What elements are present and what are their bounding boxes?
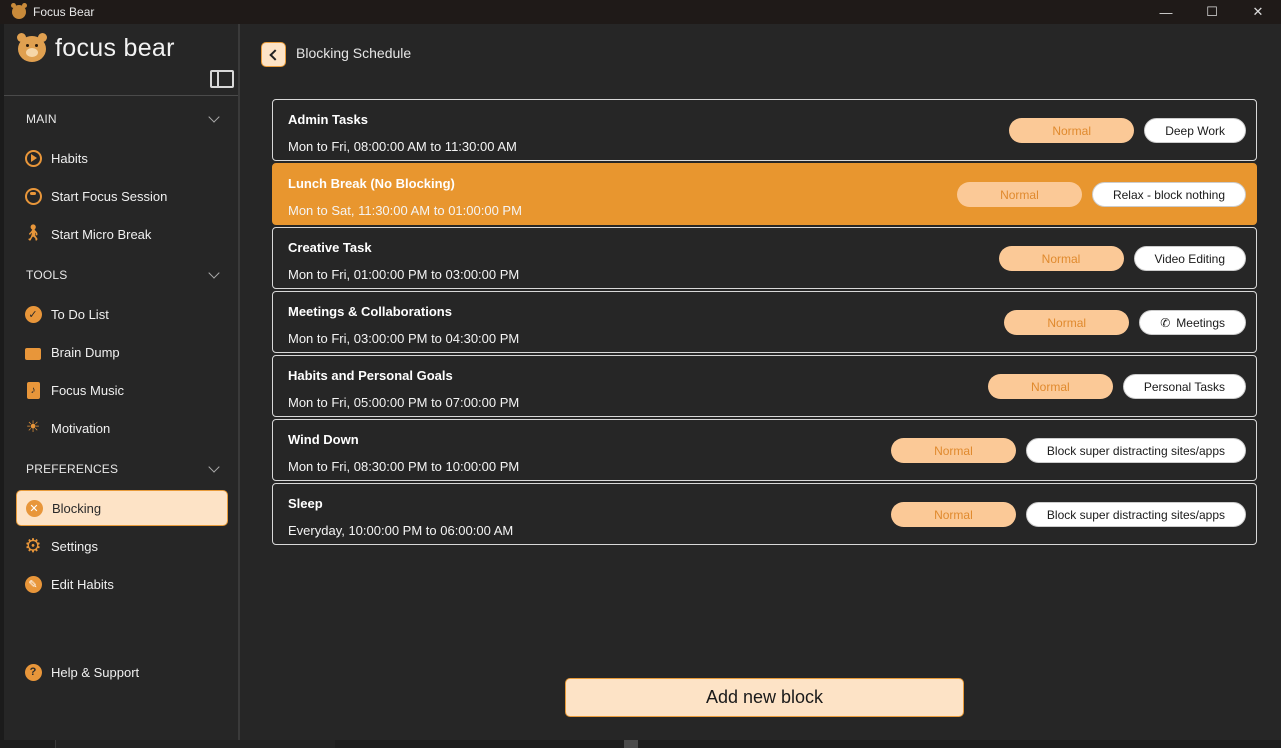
schedule-block[interactable]: Wind Down Mon to Fri, 08:30:00 PM to 10:… <box>272 419 1257 481</box>
maximize-icon[interactable]: ☐ <box>1189 0 1235 24</box>
walking-person-icon: 🚶︎ <box>22 225 44 242</box>
page-title: Blocking Schedule <box>296 45 412 61</box>
sidebar-item-blocking[interactable]: ✕ Blocking <box>16 490 228 526</box>
bear-face-icon <box>17 32 47 62</box>
sidebar-item-settings[interactable]: ⚙ Settings <box>16 528 228 564</box>
music-note-icon: ♪ <box>26 381 40 399</box>
section-main[interactable]: MAIN <box>26 111 222 126</box>
sidebar-item-help-support[interactable]: ? Help & Support <box>16 654 228 690</box>
schedule-block[interactable]: Sleep Everyday, 10:00:00 PM to 06:00:00 … <box>272 483 1257 545</box>
schedule-block[interactable]: Habits and Personal Goals Mon to Fri, 05… <box>272 355 1257 417</box>
close-icon[interactable]: ✕ <box>1235 0 1281 24</box>
block-time: Everyday, 10:00:00 PM to 06:00:00 AM <box>288 523 514 538</box>
app-window: focus bear MAIN Habits Start Focus Sessi… <box>4 24 1281 740</box>
pencil-icon: ✎ <box>24 575 42 593</box>
block-level-badge[interactable]: Normal <box>1009 118 1135 143</box>
block-level-badge[interactable]: Normal <box>890 502 1016 527</box>
block-mode-badge[interactable]: Block super distracting sites/apps <box>1025 502 1246 527</box>
open-box-icon <box>25 348 41 360</box>
block-time: Mon to Fri, 01:00:00 PM to 03:00:00 PM <box>288 267 520 282</box>
sidebar-item-label: Start Focus Session <box>51 188 168 204</box>
section-preferences[interactable]: PREFERENCES <box>26 461 222 476</box>
block-name: Admin Tasks <box>288 112 368 127</box>
chevron-down-icon <box>208 461 220 473</box>
sidebar-item-label: Motivation <box>51 420 111 436</box>
section-label: TOOLS <box>26 268 68 282</box>
taskbar-strip <box>0 740 1281 748</box>
block-name: Meetings & Collaborations <box>288 304 452 319</box>
sidebar-item-label: Help & Support <box>51 664 140 680</box>
sidebar-item-label: Edit Habits <box>51 576 114 592</box>
question-icon: ? <box>24 663 42 681</box>
sun-icon: ☀ <box>25 419 41 436</box>
brand-logo: focus bear <box>17 32 175 63</box>
timer-icon <box>24 187 42 205</box>
sidebar-item-habits[interactable]: Habits <box>16 140 228 176</box>
sidebar-item-label: Settings <box>51 538 98 554</box>
checkmark-badge-icon: ✓ <box>24 305 42 323</box>
block-name: Sleep <box>288 496 323 511</box>
add-new-block-button[interactable]: Add new block <box>565 678 964 717</box>
block-time: Mon to Fri, 08:00:00 AM to 11:30:00 AM <box>288 139 517 154</box>
minimize-icon[interactable]: — <box>1143 0 1189 24</box>
block-name: Creative Task <box>288 240 372 255</box>
block-name: Lunch Break (No Blocking) <box>288 176 455 191</box>
chevron-down-icon <box>208 267 220 279</box>
block-mode-badge[interactable]: ✆ Meetings <box>1139 310 1246 335</box>
sidebar-divider <box>4 95 238 96</box>
block-level-badge[interactable]: Normal <box>956 182 1082 207</box>
window-controls: — ☐ ✕ <box>1143 0 1281 24</box>
sidebar-item-focus-music[interactable]: ♪ Focus Music <box>16 372 228 408</box>
sidebar-item-label: Focus Music <box>51 382 124 398</box>
block-mode-badge[interactable]: Block super distracting sites/apps <box>1025 438 1246 463</box>
block-time: Mon to Sat, 11:30:00 AM to 01:00:00 PM <box>288 203 522 218</box>
sidebar-item-edit-habits[interactable]: ✎ Edit Habits <box>16 566 228 602</box>
play-circle-icon <box>24 149 42 167</box>
sidebar-item-label: To Do List <box>51 306 109 322</box>
sidebar-item-label: Habits <box>51 150 88 166</box>
block-time: Mon to Fri, 03:00:00 PM to 04:30:00 PM <box>288 331 520 346</box>
chevron-left-icon <box>269 48 281 61</box>
block-time: Mon to Fri, 08:30:00 PM to 10:00:00 PM <box>288 459 520 474</box>
sidebar-item-label: Start Micro Break <box>51 226 152 242</box>
title-bar: Focus Bear — ☐ ✕ <box>0 0 1281 24</box>
sidebar-item-start-focus-session[interactable]: Start Focus Session <box>16 178 228 214</box>
block-level-badge[interactable]: Normal <box>1004 310 1130 335</box>
block-mode-badge[interactable]: Personal Tasks <box>1122 374 1246 399</box>
block-name: Habits and Personal Goals <box>288 368 453 383</box>
block-mode-badge[interactable]: Video Editing <box>1133 246 1246 271</box>
chevron-down-icon <box>208 111 220 123</box>
sidebar-item-label: Brain Dump <box>51 344 120 360</box>
schedule-block[interactable]: Admin Tasks Mon to Fri, 08:00:00 AM to 1… <box>272 99 1257 161</box>
section-label: MAIN <box>26 112 57 126</box>
bear-logo-icon <box>11 3 27 19</box>
sidebar-item-start-micro-break[interactable]: 🚶︎ Start Micro Break <box>16 216 228 252</box>
schedule-block[interactable]: Creative Task Mon to Fri, 01:00:00 PM to… <box>272 227 1257 289</box>
sidebar-item-to-do-list[interactable]: ✓ To Do List <box>16 296 228 332</box>
gear-icon: ⚙ <box>24 535 42 557</box>
schedule-block[interactable]: Meetings & Collaborations Mon to Fri, 03… <box>272 291 1257 353</box>
sidebar-item-brain-dump[interactable]: Brain Dump <box>16 334 228 370</box>
block-mode-badge[interactable]: Deep Work <box>1144 118 1246 143</box>
sidebar-item-motivation[interactable]: ☀ Motivation <box>16 410 228 446</box>
sidebar: focus bear MAIN Habits Start Focus Sessi… <box>4 24 240 740</box>
block-level-badge[interactable]: Normal <box>987 374 1113 399</box>
phone-icon: ✆ <box>1160 315 1171 330</box>
back-button[interactable] <box>261 42 286 67</box>
schedule-block[interactable]: Lunch Break (No Blocking) Mon to Sat, 11… <box>272 163 1257 225</box>
section-label: PREFERENCES <box>26 462 119 476</box>
sidebar-toggle-icon[interactable] <box>210 70 234 88</box>
block-time: Mon to Fri, 05:00:00 PM to 07:00:00 PM <box>288 395 520 410</box>
window-title: Focus Bear <box>33 5 95 19</box>
block-mode-badge[interactable]: Relax - block nothing <box>1091 182 1246 207</box>
block-level-badge[interactable]: Normal <box>890 438 1016 463</box>
section-tools[interactable]: TOOLS <box>26 267 222 282</box>
sidebar-item-label: Blocking <box>52 500 102 516</box>
shield-x-icon: ✕ <box>25 499 43 517</box>
brand-name: focus bear <box>55 34 175 62</box>
block-name: Wind Down <box>288 432 359 447</box>
block-level-badge[interactable]: Normal <box>998 246 1124 271</box>
